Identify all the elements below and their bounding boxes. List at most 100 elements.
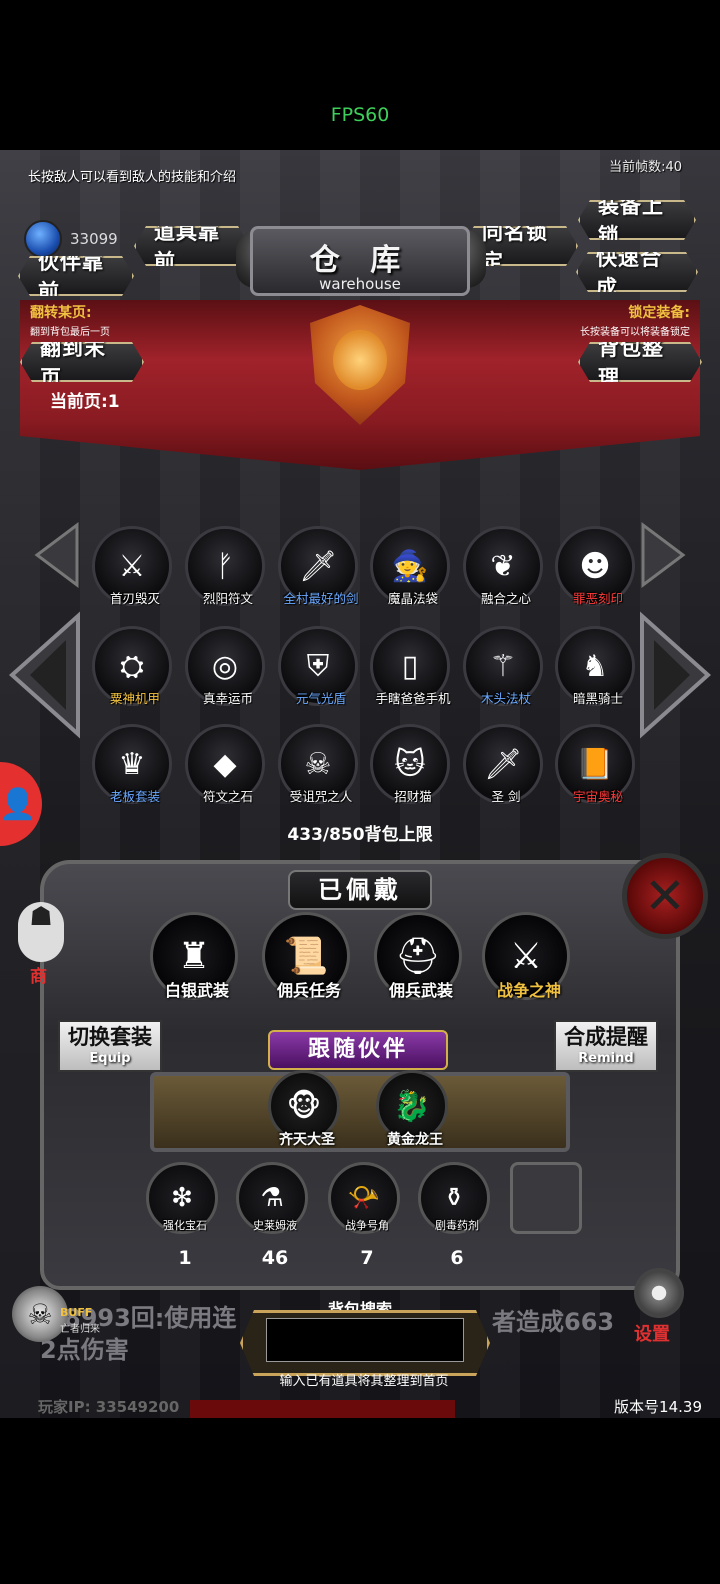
equipped-item-name: 白银武装 <box>164 981 229 1000</box>
rune-stone-icon: ◆ <box>213 746 237 782</box>
demon-face-icon: ☻ <box>579 548 611 584</box>
follower-item[interactable]: 🐉 黄金龙王 <box>376 1070 448 1148</box>
bag-sort-button[interactable]: 背包整理 <box>578 342 702 382</box>
switch-set-button[interactable]: 切换套装 Equip <box>58 1020 162 1072</box>
coin-icon: ◎ <box>211 648 239 684</box>
fps-counter: FPS60 <box>330 104 390 126</box>
version: 版本号14.39 <box>614 1398 702 1416</box>
to-last-page-button[interactable]: 翻到末页 <box>20 342 144 382</box>
items-first-button[interactable]: 道具靠前 <box>134 226 250 266</box>
buff-sub: 亡者归来 <box>60 1324 100 1335</box>
gem-cluster-icon: ❇ <box>171 1183 193 1213</box>
inventory-item[interactable]: ♛ 老板套装 <box>92 724 172 804</box>
flip-page-sub: 翻到背包最后一页 <box>30 327 110 338</box>
frame-count: 当前帧数:40 <box>609 160 682 175</box>
inventory-item-name: 暗黑骑士 <box>572 691 623 706</box>
consumable-count: 6 <box>450 1247 464 1269</box>
inventory-item[interactable]: ◆ 符文之石 <box>185 724 265 804</box>
equipped-item[interactable]: ⛑ 佣兵武装 <box>374 912 462 1000</box>
shop-icon[interactable]: ☗ <box>18 902 64 962</box>
search-input[interactable] <box>266 1318 464 1362</box>
inventory-item[interactable]: ◎ 真幸运币 <box>185 626 265 706</box>
staff-icon: ⚚ <box>489 648 517 684</box>
inventory-item[interactable]: 🗡 全村最好的剑 <box>278 526 359 606</box>
battle-log-line-2: 2点伤害 <box>40 1336 129 1364</box>
boss-outfit-icon: ♛ <box>118 746 146 782</box>
inventory-item[interactable]: ⚔ 首刃毁灭 <box>92 526 172 606</box>
poison-flask-icon: ⚱ <box>443 1183 465 1213</box>
consumable-slot[interactable]: ❇ 强化宝石 1 <box>146 1162 218 1269</box>
inventory-item-name: 罪恶刻印 <box>572 591 623 606</box>
equipped-item[interactable]: ⚔ 战争之神 <box>482 912 570 1000</box>
partner-first-button[interactable]: 伙伴靠前 <box>18 256 134 296</box>
search-hint: 输入已有道具将其整理到首页 <box>279 1374 449 1389</box>
lock-equip-sub: 长按装备可以将装备锁定 <box>580 327 690 338</box>
settings-label[interactable]: 设置 <box>634 1320 670 1346</box>
follower-name: 黄金龙王 <box>387 1132 443 1148</box>
blue-gem-icon <box>24 220 62 258</box>
inventory-item-name: 宇宙奥秘 <box>572 789 623 804</box>
inventory-item[interactable]: ☻ 罪恶刻印 <box>555 526 635 606</box>
lion-face-icon <box>333 330 387 390</box>
follower-item[interactable]: 🐵 齐天大圣 <box>268 1070 340 1148</box>
sword-icon: 🗡 <box>298 548 338 584</box>
shield-icon: ⛨ <box>306 648 330 684</box>
merge-remind-button[interactable]: 合成提醒 Remind <box>554 1020 658 1072</box>
player-ip: 玩家IP: 33549200 <box>38 1398 180 1416</box>
quick-merge-button[interactable]: 快速合成 <box>576 252 698 292</box>
switch-set-label: 切换套装 <box>68 1025 152 1049</box>
next-arrow-small-icon[interactable] <box>638 520 688 590</box>
game-screen: 长按敌人可以看到敌人的技能和介绍 当前帧数:40 33099 道具靠前 伙伴靠前… <box>0 150 720 1418</box>
prev-page-arrow-icon[interactable] <box>6 610 82 740</box>
bag-capacity: 433/850背包上限 <box>287 825 433 845</box>
gem-amount: 33099 <box>70 230 118 248</box>
title-en: warehouse <box>319 275 401 293</box>
cursed-man-icon: ☠ <box>304 746 332 782</box>
equipped-item[interactable]: ♜ 白银武装 <box>150 912 238 1000</box>
consumable-count: 1 <box>178 1247 192 1269</box>
inventory-item[interactable]: ♞ 暗黑骑士 <box>555 626 635 706</box>
golden-dragon-icon: 🐉 <box>393 1088 431 1124</box>
close-button[interactable]: ✕ <box>622 853 708 939</box>
lock-equip-label: 锁定装备: <box>628 305 690 321</box>
consumable-slot[interactable]: 📯 战争号角 7 <box>328 1162 400 1269</box>
shop-label: 商 <box>30 967 47 987</box>
equipped-item-name: 佣兵任务 <box>276 981 341 1000</box>
inventory-item[interactable]: ⛭ 粟神机甲 <box>92 626 172 706</box>
inventory-item[interactable]: ⛨ 元气光盾 <box>278 626 358 706</box>
inventory-item[interactable]: ❦ 融合之心 <box>463 526 543 606</box>
consumable-count: 7 <box>360 1247 374 1269</box>
crossed-blades-icon: ⚔ <box>118 548 146 584</box>
inventory-item[interactable]: 🧙 魔晶法袋 <box>370 526 450 606</box>
gear-icon[interactable] <box>634 1268 684 1318</box>
empty-slot[interactable] <box>510 1162 582 1234</box>
prev-arrow-small-icon[interactable] <box>32 520 82 590</box>
inventory-item[interactable]: ▯ 手瞎爸爸手机 <box>370 626 451 706</box>
phone-icon: ▯ <box>401 648 419 684</box>
equip-lock-button[interactable]: 装备上锁 <box>578 200 696 240</box>
consumable-slot[interactable]: ⚱ 剧毒药剂 6 <box>418 1162 490 1269</box>
buff-label: BUFF <box>60 1306 93 1319</box>
next-page-arrow-icon[interactable] <box>638 610 714 740</box>
flip-page-label: 翻转某页: <box>30 305 92 321</box>
holy-sword-icon: 🗡 <box>483 746 523 782</box>
dark-knight-icon: ♞ <box>581 648 609 684</box>
inventory-item[interactable]: ⚚ 木头法杖 <box>463 626 543 706</box>
inventory-item[interactable]: ☠ 受诅咒之人 <box>278 724 358 804</box>
consumable-slot[interactable]: ⚗ 史莱姆液 46 <box>236 1162 308 1269</box>
equipped-item-name: 战争之神 <box>496 981 561 1000</box>
inventory-item[interactable]: 📙 宇宙奥秘 <box>555 724 635 804</box>
followers-title: 跟随伙伴 <box>268 1030 448 1070</box>
inventory-item[interactable]: ᚠ 烈阳符文 <box>185 526 265 606</box>
health-bar <box>190 1400 455 1418</box>
inventory-item[interactable]: 🐱 招财猫 <box>370 724 450 804</box>
consumable-count: 46 <box>261 1247 289 1269</box>
wizard-icon: 🧙 <box>391 548 429 584</box>
inventory-item[interactable]: 🗡 圣 剑 <box>463 724 543 804</box>
potion-icon: ⚗ <box>260 1183 284 1213</box>
equipped-item[interactable]: 📜 佣兵任务 <box>262 912 350 1000</box>
consumable-name: 剧毒药剂 <box>435 1219 479 1232</box>
switch-set-sub: Equip <box>89 1051 131 1066</box>
equipped-title: 已佩戴 <box>288 870 432 910</box>
horn-icon: 📯 <box>347 1183 381 1213</box>
